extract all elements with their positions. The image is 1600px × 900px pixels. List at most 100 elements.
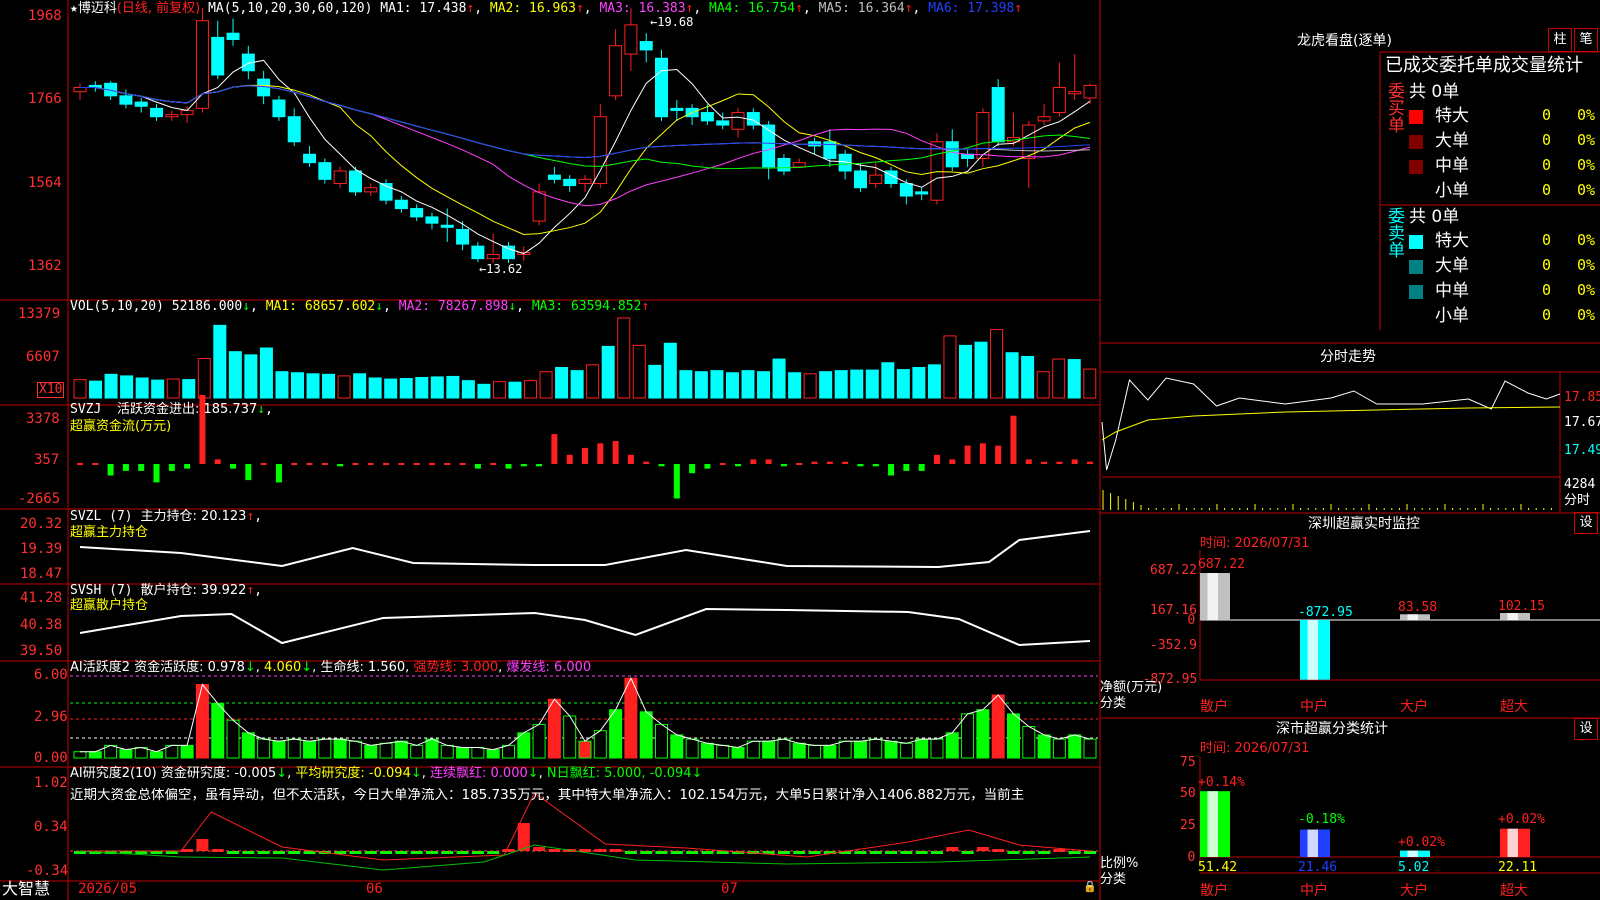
activity-bar bbox=[226, 719, 240, 759]
volume-bar bbox=[601, 345, 615, 399]
activity-bar bbox=[869, 738, 883, 759]
sz-bar-shine bbox=[1207, 573, 1218, 620]
candle-body bbox=[731, 112, 745, 130]
vol-ytick: 13379 bbox=[18, 306, 61, 322]
period-mode[interactable]: (日线, 前复权) bbox=[117, 1, 200, 16]
fs-title: 分时走势 bbox=[1320, 349, 1376, 365]
candle-body bbox=[73, 86, 87, 93]
sell-swatch bbox=[1409, 310, 1423, 324]
sz-value-label: -872.95 bbox=[1298, 605, 1353, 620]
candle-body bbox=[134, 101, 148, 107]
sell-row-count: 0 bbox=[1542, 256, 1552, 274]
volume-bar bbox=[896, 369, 910, 399]
sc-value-label: 21.46 bbox=[1298, 860, 1337, 875]
buy-swatch bbox=[1409, 185, 1423, 199]
flow-bar bbox=[321, 463, 328, 465]
sz-title: 深圳超赢实时监控 bbox=[1308, 516, 1420, 532]
sell-swatch bbox=[1409, 235, 1423, 249]
volume-bar bbox=[213, 324, 227, 399]
activity-bar bbox=[593, 730, 607, 759]
volume-bar bbox=[461, 380, 475, 399]
buy-row-label: 大单 bbox=[1435, 131, 1469, 151]
stock-title[interactable]: ★博迈科(日线, 前复权) MA(5,10,20,30,60,120) MA1:… bbox=[70, 2, 1022, 16]
activity-bar bbox=[609, 709, 623, 759]
sc-ytick: 50 bbox=[1180, 786, 1196, 801]
volume-bar bbox=[632, 344, 646, 399]
brand-logo[interactable]: 大智慧 bbox=[2, 880, 50, 898]
x-label: 06 bbox=[366, 881, 383, 897]
candle-body bbox=[394, 199, 408, 210]
lock-icon[interactable]: 🔒 bbox=[1083, 880, 1097, 894]
candle-body bbox=[869, 174, 883, 185]
flow-bar bbox=[275, 464, 282, 483]
buy-row-count: 0 bbox=[1542, 131, 1552, 149]
research-bar bbox=[196, 839, 209, 851]
candle-body bbox=[532, 191, 546, 222]
candle-body bbox=[563, 178, 577, 187]
sell-row-count: 0 bbox=[1542, 231, 1552, 249]
volume-bar bbox=[1083, 368, 1097, 399]
sc-bar-shine bbox=[1407, 850, 1418, 857]
flow-bar bbox=[933, 454, 940, 464]
flow-bar bbox=[520, 464, 527, 467]
sc-ytick: 75 bbox=[1180, 755, 1196, 770]
svzl-sub: 超赢主力持仓 bbox=[70, 525, 149, 540]
volume-bar bbox=[275, 371, 289, 399]
volume-bar bbox=[555, 366, 569, 399]
sc-axis-label: 分类 bbox=[1100, 872, 1127, 887]
flow-bar bbox=[842, 461, 849, 464]
activity-bar bbox=[410, 744, 424, 759]
candle-body bbox=[609, 45, 623, 97]
ai1-header: AI活跃度2 资金活跃度: 0.978↓, 4.060↓, 生命线: 1.560… bbox=[70, 660, 592, 675]
flow-bar bbox=[1010, 415, 1017, 464]
candle-body bbox=[670, 107, 684, 111]
ma-label: MA(5,10,20,30,60,120) bbox=[208, 1, 373, 16]
flow-bar bbox=[444, 463, 451, 465]
candle-body bbox=[547, 174, 561, 180]
volume-bar bbox=[694, 371, 708, 399]
buy-row-percent: 0% bbox=[1577, 156, 1596, 174]
activity-bar bbox=[639, 711, 653, 759]
sc-settings-button[interactable]: 设 bbox=[1574, 718, 1598, 740]
buy-swatch bbox=[1409, 110, 1423, 124]
activity-bar bbox=[501, 744, 515, 759]
stock-name[interactable]: 博迈科 bbox=[78, 1, 117, 16]
flow-bar bbox=[168, 464, 175, 471]
activity-bar bbox=[716, 744, 730, 759]
flow-bar bbox=[949, 459, 956, 464]
ma6-value: MA6: 17.398 bbox=[928, 1, 1015, 16]
volume-bar bbox=[819, 371, 833, 399]
sz-ytick: -352.9 bbox=[1150, 638, 1197, 653]
volume-bar bbox=[1005, 352, 1019, 399]
sc-value-label: 5.02 bbox=[1398, 860, 1429, 875]
volume-bar bbox=[539, 371, 553, 399]
ai2-header: AI研究度2(10) 资金研究度: -0.005↓, 平均研究度: -0.094… bbox=[70, 766, 703, 781]
volume-bar bbox=[725, 372, 739, 399]
bar-mode-button[interactable]: 柱 bbox=[1548, 28, 1572, 52]
volume-bar bbox=[306, 373, 320, 399]
activity-bar bbox=[425, 738, 439, 759]
sz-category: 散户 bbox=[1200, 698, 1228, 715]
activity-bar bbox=[486, 749, 500, 759]
candle-body bbox=[1037, 116, 1051, 122]
volume-bar bbox=[120, 375, 134, 399]
pen-mode-button[interactable]: 笔 bbox=[1574, 28, 1598, 52]
volume-bar bbox=[990, 329, 1004, 399]
sell-label: 委卖单 bbox=[1384, 207, 1404, 258]
flow-bar bbox=[673, 464, 680, 499]
flow-bar bbox=[750, 459, 757, 464]
flow-bar bbox=[566, 454, 573, 464]
volume-bar bbox=[384, 378, 398, 399]
flow-bar bbox=[888, 464, 895, 476]
flow-bar bbox=[964, 445, 971, 464]
volume-bar bbox=[259, 347, 273, 399]
sz-value-label: 687.22 bbox=[1198, 557, 1245, 572]
activity-bar bbox=[547, 698, 561, 759]
svzj-ytick: 3378 bbox=[26, 411, 60, 427]
sz-value-label: 102.15 bbox=[1498, 599, 1545, 614]
sell-row-label: 中单 bbox=[1435, 281, 1469, 301]
activity-bar bbox=[578, 740, 592, 759]
sz-settings-button[interactable]: 设 bbox=[1574, 512, 1598, 534]
volume-bar bbox=[927, 364, 941, 399]
candle-body bbox=[1068, 91, 1082, 95]
